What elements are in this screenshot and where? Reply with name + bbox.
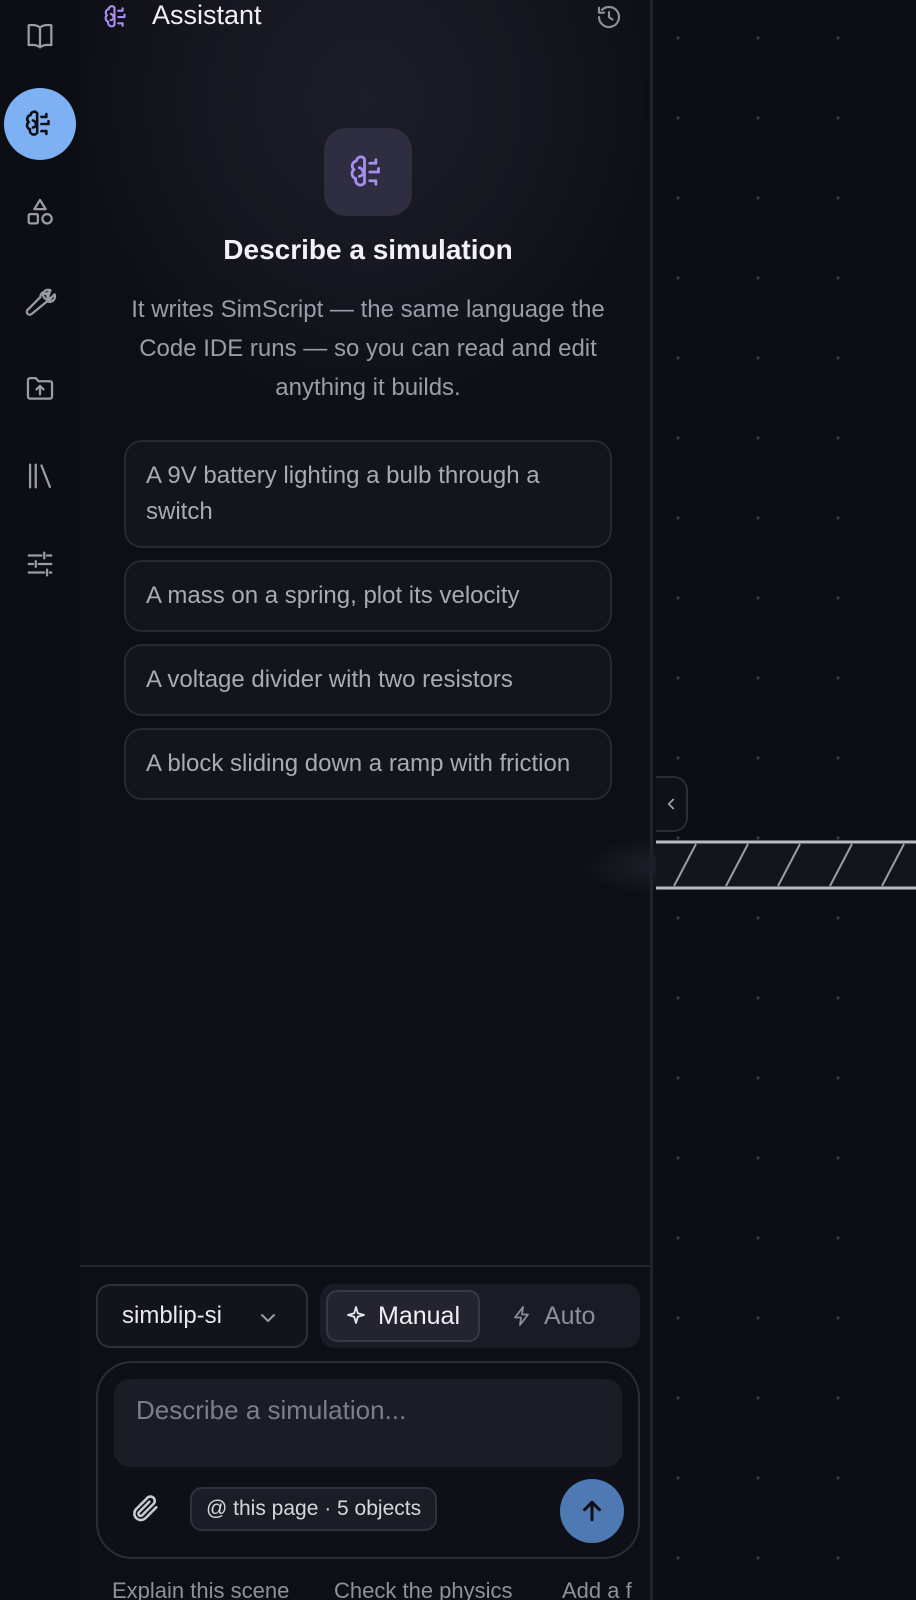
- context-chip-label: @ this page · 5 objects: [206, 1497, 422, 1520]
- ground-glow: [580, 836, 660, 896]
- shapes-icon: [27, 198, 53, 225]
- hero-badge: [324, 128, 412, 216]
- mode-auto-button[interactable]: Auto: [510, 1290, 595, 1342]
- simulation-canvas[interactable]: [656, 0, 916, 1600]
- mode-manual-button[interactable]: Manual: [326, 1290, 480, 1342]
- paperclip-icon[interactable]: [128, 1491, 162, 1525]
- sliders-icon: [27, 551, 53, 577]
- model-select[interactable]: simblip-si: [96, 1284, 308, 1348]
- composer: @ this page · 5 objects: [96, 1361, 640, 1559]
- mode-manual-label: Manual: [378, 1301, 460, 1330]
- collapse-panel-button[interactable]: [656, 776, 688, 832]
- folder-upload-icon: [26, 376, 54, 400]
- history-icon[interactable]: [594, 2, 624, 32]
- wrench-icon: [25, 288, 57, 316]
- hero-title: Describe a simulation: [223, 234, 513, 265]
- chevron-down-icon: [261, 1314, 275, 1322]
- app-root: Assistant Describe a simulation It write…: [0, 0, 916, 1600]
- send-button[interactable]: [560, 1479, 624, 1543]
- prompt-input[interactable]: [114, 1379, 622, 1467]
- rail-item-library[interactable]: [4, 440, 76, 512]
- book-icon: [27, 23, 53, 49]
- brain-icon: [104, 5, 126, 28]
- left-rail: [0, 0, 80, 1600]
- hero-description: It writes SimScript — the same language …: [131, 296, 605, 401]
- mode-auto-label: Auto: [544, 1301, 596, 1330]
- rail-item-tools[interactable]: [4, 264, 76, 336]
- model-select-value: simblip-si: [122, 1302, 223, 1329]
- rail-item-assistant[interactable]: [4, 88, 76, 160]
- suggestion-card[interactable]: A voltage divider with two resistors: [124, 644, 612, 716]
- suggestion-card[interactable]: A block sliding down a ramp with frictio…: [124, 728, 612, 800]
- rail-item-settings[interactable]: [4, 528, 76, 600]
- chevron-left-icon: [667, 798, 675, 810]
- library-icon: [28, 463, 52, 489]
- rail-item-components[interactable]: [4, 176, 76, 248]
- quick-action[interactable]: Check the physics: [334, 1578, 513, 1600]
- assistant-panel: Assistant Describe a simulation It write…: [80, 0, 653, 1600]
- suggestion-card[interactable]: A mass on a spring, plot its velocity: [124, 560, 612, 632]
- brain-icon: [25, 110, 50, 136]
- suggestion-card[interactable]: A 9V battery lighting a bulb through a s…: [124, 440, 612, 548]
- mode-toggle: Manual Auto: [320, 1284, 640, 1348]
- quick-actions: Explain this scene Check the physics Add…: [110, 1578, 650, 1600]
- composer-divider: [80, 1265, 650, 1267]
- ground-surface: [656, 840, 916, 890]
- arrow-up-icon: [583, 1500, 601, 1522]
- rail-item-import[interactable]: [4, 352, 76, 424]
- panel-header: Assistant: [80, 0, 650, 40]
- quick-action[interactable]: Explain this scene: [112, 1578, 289, 1600]
- quick-action[interactable]: Add a f: [562, 1578, 632, 1600]
- rail-item-docs[interactable]: [4, 0, 76, 72]
- panel-title: Assistant: [152, 0, 262, 30]
- context-chip[interactable]: @ this page · 5 objects: [190, 1487, 438, 1531]
- lightning-icon: [514, 1306, 529, 1326]
- brain-icon: [350, 155, 380, 187]
- sparkle-icon: [347, 1306, 365, 1324]
